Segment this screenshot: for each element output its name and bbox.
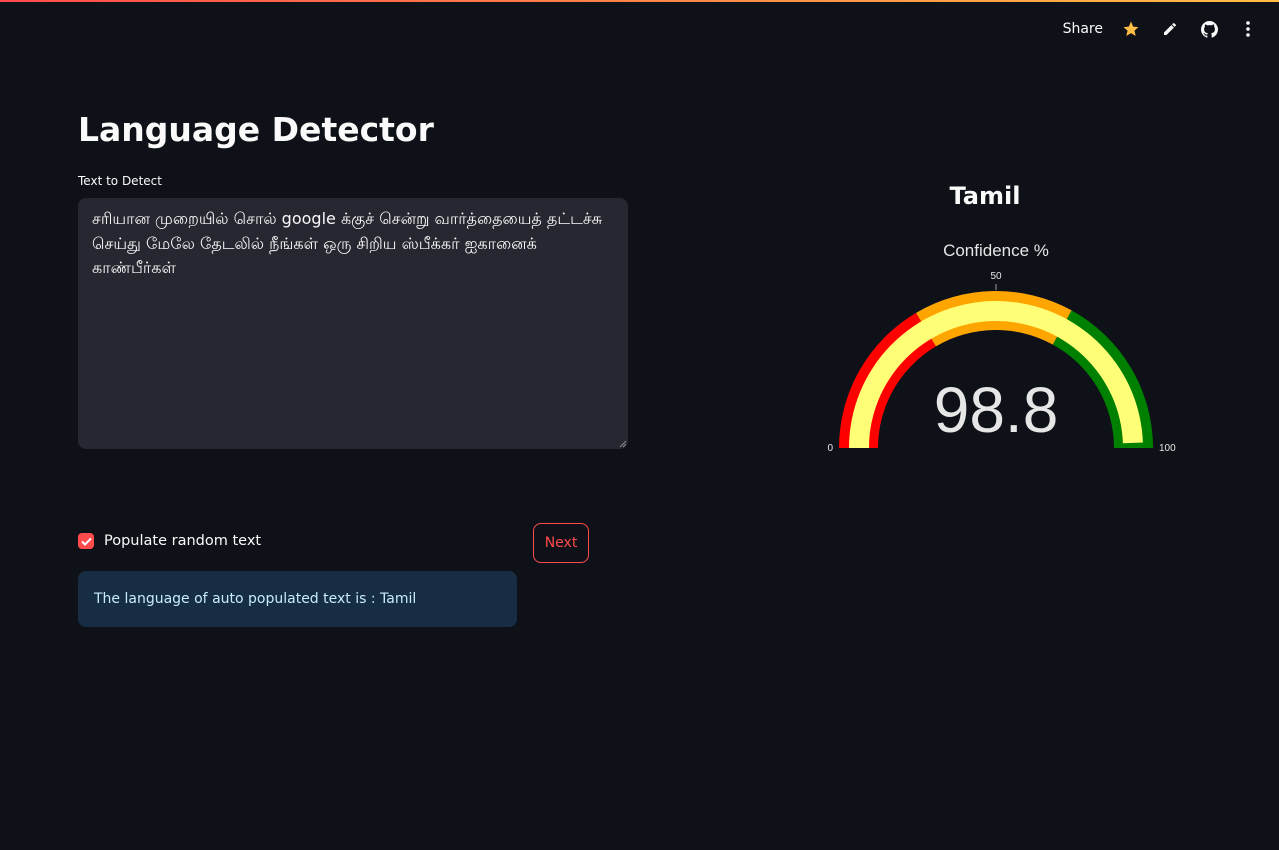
text-to-detect-input[interactable] (78, 198, 628, 449)
gauge-mid-label: 50 (990, 271, 1002, 282)
github-icon[interactable] (1198, 18, 1220, 40)
detected-language: Tamil (949, 182, 1021, 210)
info-alert: The language of auto populated text is :… (78, 571, 517, 627)
share-button[interactable]: Share (1063, 21, 1103, 37)
header-decoration (0, 0, 1279, 2)
star-icon[interactable] (1120, 18, 1142, 40)
next-button[interactable]: Next (533, 523, 589, 563)
confidence-gauge: Confidence % 0 50 100 98.8 (827, 241, 1176, 454)
checkbox-checked-icon[interactable] (78, 533, 94, 549)
gauge-max-label: 100 (1159, 443, 1176, 454)
text-input-label: Text to Detect (78, 174, 162, 188)
gauge-value: 98.8 (934, 374, 1059, 446)
populate-random-checkbox[interactable]: Populate random text (78, 533, 261, 549)
resize-handle-icon[interactable] (619, 440, 627, 448)
toolbar: Share (1063, 18, 1259, 40)
info-message: The language of auto populated text is :… (94, 591, 417, 607)
page-title: Language Detector (78, 110, 434, 149)
edit-icon[interactable] (1159, 18, 1181, 40)
more-vertical-icon[interactable] (1237, 18, 1259, 40)
gauge-min-label: 0 (827, 443, 833, 454)
gauge-title: Confidence % (943, 241, 1049, 260)
checkbox-label: Populate random text (104, 533, 262, 549)
